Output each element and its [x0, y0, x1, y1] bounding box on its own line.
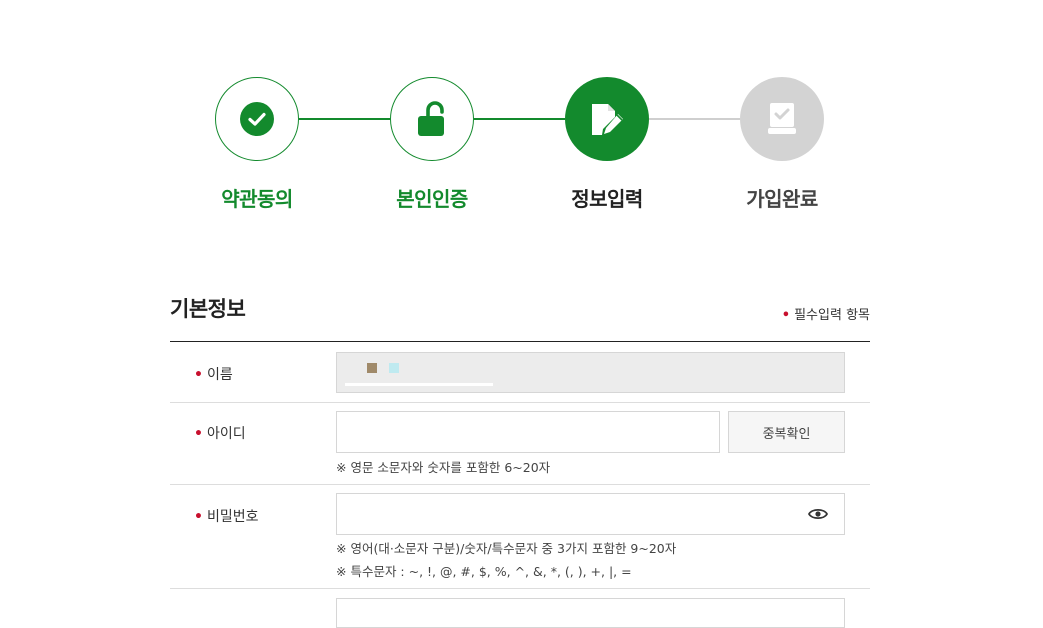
check-circle-icon [240, 102, 274, 136]
signup-steps: 약관동의 본인인증 정보입력 가입완료 [0, 0, 1043, 230]
step-label-information: 정보입력 [571, 187, 643, 211]
required-mark: • [194, 509, 203, 525]
required-mark: • [194, 426, 203, 442]
certificate-icon [768, 103, 796, 134]
step-label-terms: 약관동의 [221, 187, 293, 211]
name-label-text: 이름 [206, 367, 233, 383]
id-hint: ※ 영문 소문자와 숫자를 포함한 6~20자 [336, 460, 551, 475]
required-mark: • [194, 367, 203, 383]
form-top-rule [170, 341, 870, 342]
password-input[interactable] [336, 493, 845, 535]
step-connector-3 [649, 118, 740, 120]
step-connector-1 [299, 118, 390, 120]
step-label-complete: 가입완료 [746, 187, 818, 211]
id-input[interactable] [336, 411, 720, 453]
password-label: • 비밀번호 [194, 506, 258, 526]
masked-name-pixel [367, 363, 377, 373]
required-mark: • [781, 308, 791, 323]
unlock-icon [418, 101, 444, 136]
step-label-verification: 본인인증 [396, 187, 468, 211]
step-complete [740, 77, 824, 161]
masked-name-bar [345, 383, 493, 386]
row-divider [170, 484, 870, 485]
row-divider [170, 588, 870, 589]
name-label: • 이름 [194, 364, 233, 384]
required-note: • 필수입력 항목 [782, 304, 870, 323]
duplicate-check-button[interactable]: 중복확인 [728, 411, 845, 453]
id-label-text: 아이디 [206, 426, 246, 442]
step-connector-2 [474, 118, 565, 120]
step-terms [215, 77, 299, 161]
step-information [565, 77, 649, 161]
password-label-text: 비밀번호 [206, 509, 259, 525]
id-label: • 아이디 [194, 423, 246, 443]
eye-icon[interactable] [808, 506, 828, 522]
name-field[interactable] [336, 352, 845, 393]
masked-name-pixel [389, 363, 399, 373]
password-hint-rule: ※ 영어(대·소문자 구분)/숫자/특수문자 중 3가지 포함한 9~20자 [336, 541, 677, 556]
row-divider [170, 402, 870, 403]
required-note-text: 필수입력 항목 [794, 308, 870, 323]
password-hint-special: ※ 특수문자 : ~, !, @, #, $, %, ^, &, *, (, )… [336, 564, 632, 579]
next-field-input[interactable] [336, 598, 845, 628]
step-verification [390, 77, 474, 161]
edit-document-icon [592, 104, 623, 135]
section-title: 기본정보 [170, 297, 246, 321]
